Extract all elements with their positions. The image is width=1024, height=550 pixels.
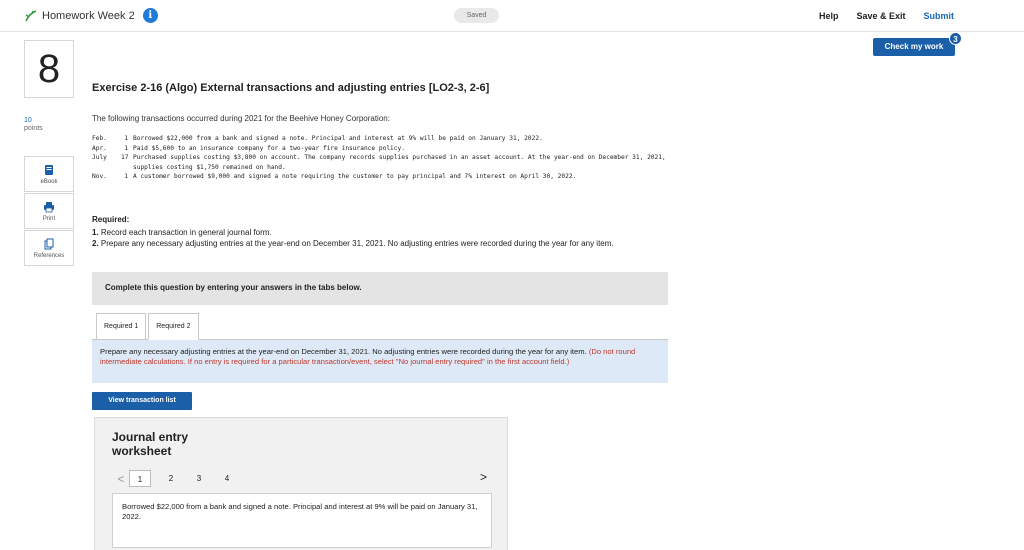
tab-required-1[interactable]: Required 1	[96, 313, 147, 340]
submit-link[interactable]: Submit	[924, 11, 955, 21]
references-button[interactable]: References	[24, 230, 74, 266]
journal-title: Journal entry worksheet	[112, 430, 188, 458]
check-attempts-badge: 3	[949, 32, 962, 45]
complete-question-text: Complete this question by entering your …	[105, 283, 362, 292]
complete-question-banner: Complete this question by entering your …	[92, 272, 668, 305]
transaction-day: 1	[124, 135, 128, 142]
required-heading: Required:	[92, 215, 130, 224]
journal-description-card: Borrowed $22,000 from a bank and signed …	[112, 493, 492, 548]
transaction-month: Apr.	[92, 144, 107, 152]
transaction-day: 17	[121, 154, 129, 162]
check-my-work-button[interactable]: Check my work	[873, 38, 955, 56]
top-actions: Help Save & Exit Submit	[819, 11, 954, 21]
required-item-text: Record each transaction in general journ…	[100, 228, 272, 237]
page-2-button[interactable]: 2	[157, 470, 185, 487]
transaction-row: Nov. 1 A customer borrowed $9,000 and si…	[92, 172, 677, 182]
ebook-label: eBook	[40, 178, 58, 185]
question-number: 8	[24, 40, 74, 98]
exercise-title: Exercise 2-16 (Algo) External transactio…	[92, 82, 490, 94]
transaction-day: 1	[124, 144, 128, 152]
exercise-intro: The following transactions occurred duri…	[92, 114, 390, 123]
help-link[interactable]: Help	[819, 11, 839, 21]
transaction-row: Apr. 1 Paid $5,600 to an insurance compa…	[92, 144, 677, 154]
references-icon	[44, 238, 54, 249]
points-label: points	[24, 125, 43, 132]
journal-entry-worksheet: Journal entry worksheet < 1 2 3 4 > Borr…	[94, 417, 508, 550]
transaction-text: Purchased supplies costing $3,800 on acc…	[133, 154, 666, 171]
print-icon	[44, 201, 54, 212]
prev-page-icon[interactable]: <	[113, 472, 129, 486]
top-bar: Homework Week 2 i Saved Help Save & Exit…	[0, 0, 1024, 32]
saved-status-badge: Saved	[454, 8, 499, 23]
ebook-button[interactable]: eBook	[24, 156, 74, 192]
info-icon[interactable]: i	[142, 8, 158, 23]
transaction-list: Feb. 1 Borrowed $22,000 from a bank and …	[92, 134, 677, 182]
required-item: 2. Prepare any necessary adjusting entri…	[92, 238, 677, 249]
transaction-text: A customer borrowed $9,000 and signed a …	[133, 173, 577, 181]
leaf-logo-icon	[25, 9, 37, 21]
save-exit-link[interactable]: Save & Exit	[856, 11, 905, 21]
assignment-title: Homework Week 2	[42, 9, 135, 22]
points-value: 10	[24, 117, 32, 124]
page-1-button[interactable]: 1	[129, 470, 151, 487]
transaction-month: Nov.	[92, 173, 107, 181]
print-button[interactable]: Print	[24, 193, 74, 229]
required-list: 1. Record each transaction in general jo…	[92, 227, 677, 249]
required-item-number: 1.	[92, 228, 99, 237]
required-item-text: Prepare any necessary adjusting entries …	[100, 239, 614, 248]
page-4-button[interactable]: 4	[213, 470, 241, 487]
journal-title-line-1: Journal entry	[112, 430, 189, 444]
transaction-day: 1	[124, 173, 128, 181]
print-label: Print	[42, 215, 56, 222]
requirement-tabs: Required 1 Required 2	[96, 313, 199, 340]
transaction-text: Paid $5,600 to an insurance company for …	[133, 144, 405, 152]
transaction-row: July 17 Purchased supplies costing $3,80…	[92, 153, 677, 172]
page-3-button[interactable]: 3	[185, 470, 213, 487]
transaction-row: Feb. 1 Borrowed $22,000 from a bank and …	[92, 134, 677, 144]
next-page-icon[interactable]: >	[480, 470, 487, 484]
references-label: References	[33, 252, 65, 259]
view-transaction-list-button[interactable]: View transaction list	[92, 392, 192, 410]
instructions-box: Prepare any necessary adjusting entries …	[92, 340, 668, 383]
journal-pager: < 1 2 3 4	[113, 470, 241, 487]
transaction-text: Borrowed $22,000 from a bank and signed …	[133, 135, 543, 142]
transaction-month: Feb.	[92, 135, 107, 142]
required-item: 1. Record each transaction in general jo…	[92, 227, 677, 238]
journal-title-line-2: worksheet	[112, 444, 172, 458]
instructions-text: Prepare any necessary adjusting entries …	[100, 347, 587, 356]
transaction-month: July	[92, 154, 107, 162]
ebook-icon	[45, 164, 53, 175]
assignment-header: Homework Week 2 i	[24, 8, 158, 23]
tab-required-2[interactable]: Required 2	[148, 313, 199, 340]
required-item-number: 2.	[92, 239, 99, 248]
